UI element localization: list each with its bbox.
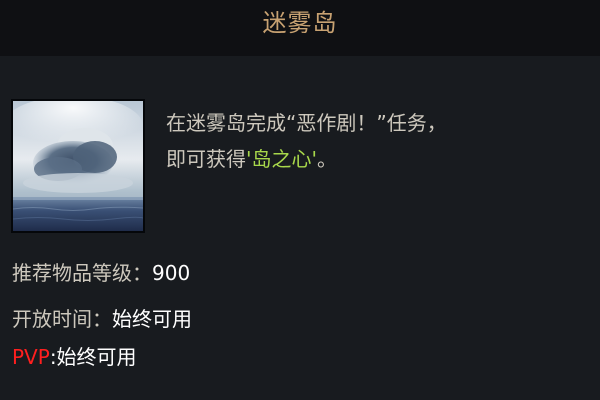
- description-suffix: 。: [317, 147, 337, 171]
- quest-description: 在迷雾岛完成“恶作剧！”任务， 即可获得'岛之心'。: [166, 105, 576, 177]
- pvp-label: PVP: [12, 345, 50, 369]
- description-line-2: 即可获得'岛之心'。: [166, 141, 576, 177]
- open-time-value: 始终可用: [112, 307, 192, 331]
- item-level-value: 900: [152, 261, 191, 285]
- description-line-1: 在迷雾岛完成“恶作剧！”任务，: [166, 111, 447, 135]
- recommended-item-level: 推荐物品等级：900: [12, 258, 190, 288]
- island-cloud-icon: [11, 99, 145, 233]
- open-time-label: 开放时间：: [12, 307, 112, 331]
- item-level-label: 推荐物品等级：: [12, 261, 152, 285]
- description-prefix: 即可获得: [166, 147, 246, 171]
- tooltip-header: 迷雾岛: [0, 0, 600, 57]
- tooltip-content: 在迷雾岛完成“恶作剧！”任务， 即可获得'岛之心'。 推荐物品等级：900 开放…: [0, 56, 600, 400]
- zone-title: 迷雾岛: [262, 9, 338, 37]
- pvp-value: :始终可用: [49, 345, 137, 369]
- reward-item-link[interactable]: '岛之心': [246, 147, 317, 171]
- open-time: 开放时间：始终可用: [12, 304, 192, 334]
- pvp-status: PVP:始终可用: [12, 342, 137, 372]
